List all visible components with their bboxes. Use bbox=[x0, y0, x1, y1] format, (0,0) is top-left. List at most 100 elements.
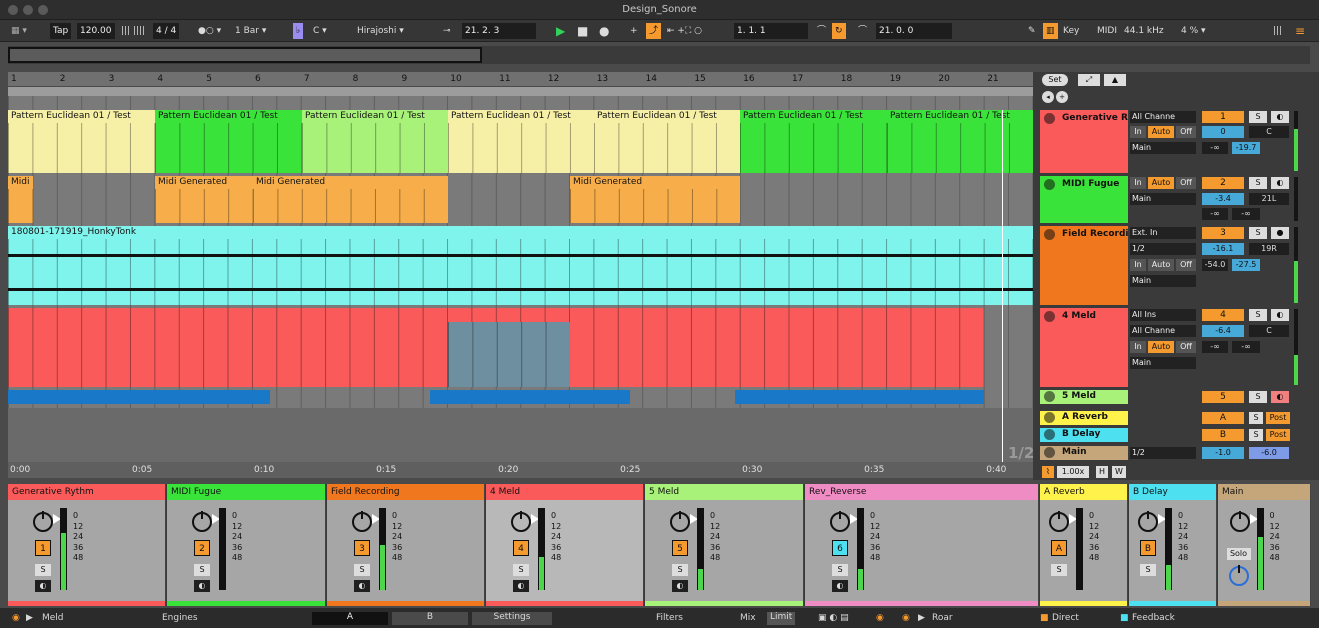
capture-icon[interactable]: ⛶ ○ bbox=[682, 23, 705, 39]
arrangement-clip[interactable]: Midi bbox=[8, 176, 33, 223]
solo-button[interactable]: S bbox=[1249, 412, 1263, 424]
output-select[interactable]: 1/2 bbox=[1130, 447, 1196, 459]
arm-icon[interactable]: ◐ bbox=[354, 580, 370, 592]
track-header[interactable]: A Reverb bbox=[1040, 411, 1128, 425]
arrangement-overview[interactable] bbox=[8, 46, 1310, 64]
arm-icon[interactable]: ◐ bbox=[1271, 177, 1289, 189]
midi-map-button[interactable]: MIDI bbox=[1094, 23, 1120, 39]
add-icon[interactable]: + bbox=[1056, 91, 1068, 103]
track-activator[interactable]: 3 bbox=[1202, 227, 1244, 239]
mixer-strip[interactable]: Generative Rythm 0 12 24 36 48 1 S ◐ bbox=[8, 484, 166, 606]
arm-icon[interactable]: ◐ bbox=[672, 580, 688, 592]
volume-fader[interactable] bbox=[60, 508, 67, 590]
pan-field[interactable]: C bbox=[1249, 126, 1289, 138]
track-activator[interactable]: 4 bbox=[513, 540, 529, 556]
pan-knob-icon[interactable] bbox=[192, 511, 212, 532]
track-activator[interactable]: 3 bbox=[354, 540, 370, 556]
audio-clip[interactable]: 180801-171919_HonkyTonk bbox=[8, 226, 1033, 305]
pan-knob-icon[interactable] bbox=[511, 511, 531, 532]
arrangement-clip[interactable]: Midi Generated bbox=[253, 176, 448, 223]
mixer-strip[interactable]: 4 Meld 0 12 24 36 48 4 S ◐ bbox=[486, 484, 644, 606]
input-type-select[interactable]: Ext. In bbox=[1130, 227, 1196, 239]
arrangement-clip[interactable]: Midi Generated bbox=[155, 176, 253, 223]
solo-button[interactable]: S bbox=[194, 564, 210, 576]
engine-tab-b[interactable]: B bbox=[392, 612, 468, 625]
layout-icon[interactable]: ▦ ▾ bbox=[8, 23, 30, 39]
solo-button[interactable]: S bbox=[513, 564, 529, 576]
monitor-off-button[interactable]: Off bbox=[1176, 126, 1196, 138]
monitor-off-button[interactable]: Off bbox=[1176, 259, 1196, 271]
feedback-label[interactable]: Feedback bbox=[1132, 613, 1175, 623]
send-a-field[interactable]: -∞ bbox=[1202, 208, 1228, 220]
solo-button[interactable]: S bbox=[35, 564, 51, 576]
device-power-icon[interactable]: ◉ bbox=[902, 613, 910, 623]
loop-length-field[interactable]: 21. 0. 0 bbox=[876, 23, 952, 39]
pan-field[interactable]: 21L bbox=[1249, 193, 1289, 205]
track-activator[interactable]: 5 bbox=[1202, 391, 1244, 403]
track-activator[interactable]: 1 bbox=[35, 540, 51, 556]
mixer-strip[interactable]: Rev_Reverse 0 12 24 36 48 6 S ◐ bbox=[805, 484, 1039, 606]
solo-button[interactable]: S bbox=[832, 564, 848, 576]
volume-field[interactable]: -16.1 bbox=[1202, 243, 1244, 255]
volume-fader[interactable] bbox=[538, 508, 545, 590]
monitor-auto-button[interactable]: Auto bbox=[1148, 177, 1174, 189]
strip-title[interactable]: Generative Rythm bbox=[8, 484, 165, 500]
track-activator[interactable]: 6 bbox=[832, 540, 848, 556]
volume-fader[interactable] bbox=[219, 508, 226, 590]
arrangement-clip[interactable]: Pattern Euclidean 01 / Test bbox=[155, 110, 302, 173]
height-button[interactable]: H bbox=[1096, 466, 1108, 478]
strip-title[interactable]: Main bbox=[1218, 484, 1310, 500]
metronome-icon[interactable]: ||| |||| bbox=[118, 23, 148, 39]
track-header[interactable]: Field Recordi bbox=[1040, 226, 1128, 305]
solo-button[interactable]: S bbox=[1249, 177, 1267, 189]
monitor-in-button[interactable]: In bbox=[1130, 126, 1146, 138]
keyboard-icon[interactable]: ▥ bbox=[1043, 23, 1058, 39]
post-button[interactable]: Post bbox=[1266, 412, 1290, 424]
track-activator[interactable]: A bbox=[1051, 540, 1067, 556]
input-channel-select[interactable]: 1/2 bbox=[1130, 243, 1196, 255]
strip-title[interactable]: Field Recording bbox=[327, 484, 484, 500]
mixer-strip[interactable]: 5 Meld 0 12 24 36 48 5 S ◐ bbox=[645, 484, 804, 606]
arrangement-clip[interactable]: Pattern Euclidean 01 / Test bbox=[740, 110, 887, 173]
solo-button[interactable]: S bbox=[672, 564, 688, 576]
volume-fader[interactable] bbox=[1076, 508, 1083, 590]
direct-label[interactable]: Direct bbox=[1052, 613, 1079, 623]
pan-field[interactable]: C bbox=[1249, 325, 1289, 337]
monitor-in-button[interactable]: In bbox=[1130, 259, 1146, 271]
track-header[interactable]: Main bbox=[1040, 446, 1128, 460]
send-b-field[interactable]: -27.5 bbox=[1232, 259, 1260, 271]
track-header[interactable]: Generative R bbox=[1040, 110, 1128, 173]
send-b-field[interactable]: -∞ bbox=[1232, 208, 1260, 220]
track-activator[interactable]: 5 bbox=[672, 540, 688, 556]
device-icons[interactable]: ▣ ◐ ▤ bbox=[818, 613, 849, 623]
time-ruler[interactable]: 0:00 0:05 0:10 0:15 0:20 0:25 0:30 0:35 0:40 bbox=[8, 462, 1033, 478]
track-header[interactable]: MIDI Fugue bbox=[1040, 176, 1128, 223]
output-select[interactable]: Main bbox=[1130, 275, 1196, 287]
lock-icon[interactable]: ▲ bbox=[1104, 74, 1126, 86]
arm-icon[interactable]: ◐ bbox=[513, 580, 529, 592]
mixer-strip[interactable]: MIDI Fugue 0 12 24 36 48 2 S ◐ bbox=[167, 484, 326, 606]
fold-icon[interactable] bbox=[1044, 179, 1055, 190]
track-activator[interactable]: 4 bbox=[1202, 309, 1244, 321]
tempo-field[interactable]: 120.00 bbox=[77, 23, 115, 39]
track-activator[interactable]: 2 bbox=[1202, 177, 1244, 189]
output-select[interactable]: Main bbox=[1130, 142, 1196, 154]
volume-fader[interactable] bbox=[697, 508, 704, 590]
track-activator[interactable]: B bbox=[1202, 429, 1244, 441]
cue-knob-icon[interactable] bbox=[1228, 565, 1249, 586]
loop-brace[interactable] bbox=[8, 87, 1033, 96]
mixer-strip[interactable]: A Reverb 0 12 24 36 48 A S bbox=[1040, 484, 1128, 606]
arm-icon[interactable]: ◐ bbox=[1271, 309, 1289, 321]
strip-title[interactable]: A Reverb bbox=[1040, 484, 1127, 500]
pan-knob-icon[interactable] bbox=[670, 511, 690, 532]
arm-icon[interactable]: ◐ bbox=[35, 580, 51, 592]
mixer-strip[interactable]: Field Recording 0 12 24 36 48 3 S ◐ bbox=[327, 484, 485, 606]
arrangement-clip[interactable]: Pattern Euclidean 01 / Test bbox=[594, 110, 740, 173]
device-play-icon[interactable]: ▶ bbox=[26, 613, 33, 623]
volume-fader[interactable] bbox=[1165, 508, 1172, 590]
fold-icon[interactable] bbox=[1044, 447, 1055, 458]
loop-switch-icon[interactable]: ↻ bbox=[832, 23, 846, 39]
key-select[interactable]: C ▾ bbox=[310, 23, 350, 39]
arrangement-clip[interactable]: Pattern Euclidean 01 / Test bbox=[8, 110, 155, 173]
arrangement-clip[interactable]: Midi Generated bbox=[570, 176, 740, 223]
